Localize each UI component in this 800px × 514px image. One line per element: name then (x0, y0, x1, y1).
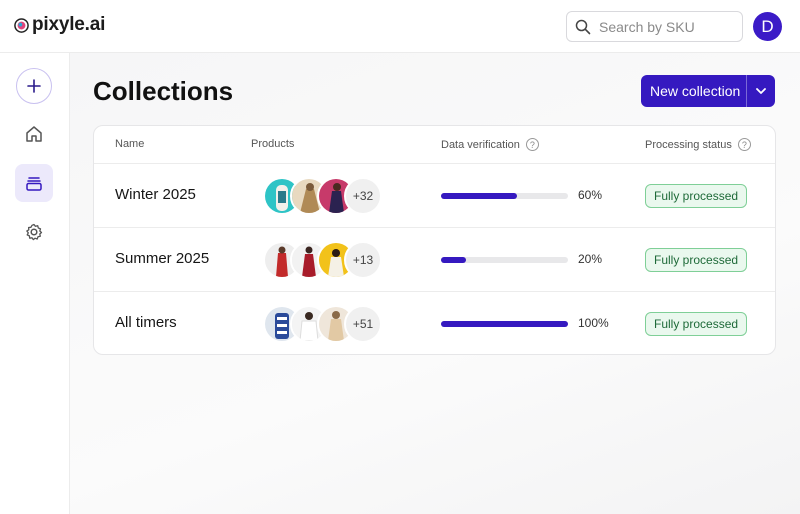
table-row[interactable]: All timers +51 100% Fully processed (94, 292, 775, 354)
more-products-count[interactable]: +51 (344, 305, 382, 343)
verification-progress-bar (441, 257, 568, 263)
logo-mark-icon (14, 17, 29, 33)
plus-icon (27, 79, 41, 93)
verification-progress-fill (441, 193, 518, 199)
home-icon (26, 126, 42, 142)
new-collection-label[interactable]: New collection (641, 75, 746, 107)
verification-progress-bar (441, 193, 568, 199)
product-thumbnails: +32 (263, 177, 393, 215)
new-collection-dropdown[interactable] (746, 75, 775, 107)
more-products-count[interactable]: +13 (344, 241, 382, 279)
verification-percent: 20% (578, 252, 603, 266)
search-box[interactable] (566, 11, 743, 42)
search-icon (575, 19, 591, 34)
avatar[interactable]: D (753, 12, 782, 41)
verification-progress-bar (441, 321, 568, 327)
header-products[interactable]: Products (251, 138, 294, 150)
product-thumbnails: +13 (263, 241, 393, 279)
table-row[interactable]: Summer 2025 +13 20% Fully processed (94, 228, 775, 292)
help-icon[interactable]: ? (525, 138, 539, 151)
sidebar-item-settings[interactable] (15, 213, 53, 251)
add-button[interactable] (16, 68, 52, 104)
header-verification[interactable]: Data verification? (441, 138, 539, 151)
page-title: Collections (93, 76, 234, 106)
status-badge: Fully processed (645, 312, 748, 336)
header-name[interactable]: Name (115, 138, 144, 150)
collection-name[interactable]: Winter 2025 (115, 186, 196, 203)
new-collection-button[interactable]: New collection (641, 75, 775, 107)
collection-name[interactable]: Summer 2025 (115, 250, 209, 267)
chevron-down-icon (756, 88, 766, 94)
status-badge: Fully processed (645, 248, 748, 272)
table-row[interactable]: Winter 2025 +32 60% Fully processed (94, 164, 775, 228)
product-thumbnails: +51 (263, 305, 393, 343)
help-icon[interactable]: ? (737, 138, 751, 151)
logo[interactable]: pixyle.ai (14, 14, 105, 36)
verification-percent: 100% (578, 316, 609, 330)
gear-icon (26, 223, 43, 241)
collections-icon (26, 177, 42, 191)
search-input[interactable] (599, 18, 729, 35)
status-badge: Fully processed (645, 184, 748, 208)
sidebar-item-collections[interactable] (15, 164, 53, 202)
collection-name[interactable]: All timers (115, 314, 177, 331)
collections-table: Name Products Data verification? Process… (93, 125, 776, 355)
main-content: Collections New collection Name Products… (70, 53, 800, 514)
logo-text: pixyle.ai (32, 14, 106, 35)
sidebar-item-home[interactable] (15, 115, 53, 153)
top-bar: pixyle.ai D (0, 0, 800, 53)
table-header: Name Products Data verification? Process… (94, 126, 775, 164)
sidebar (0, 53, 70, 514)
header-status[interactable]: Processing status? (645, 138, 751, 151)
verification-progress-fill (441, 321, 568, 327)
verification-percent: 60% (578, 188, 603, 202)
more-products-count[interactable]: +32 (344, 177, 382, 215)
verification-progress-fill (441, 257, 467, 263)
